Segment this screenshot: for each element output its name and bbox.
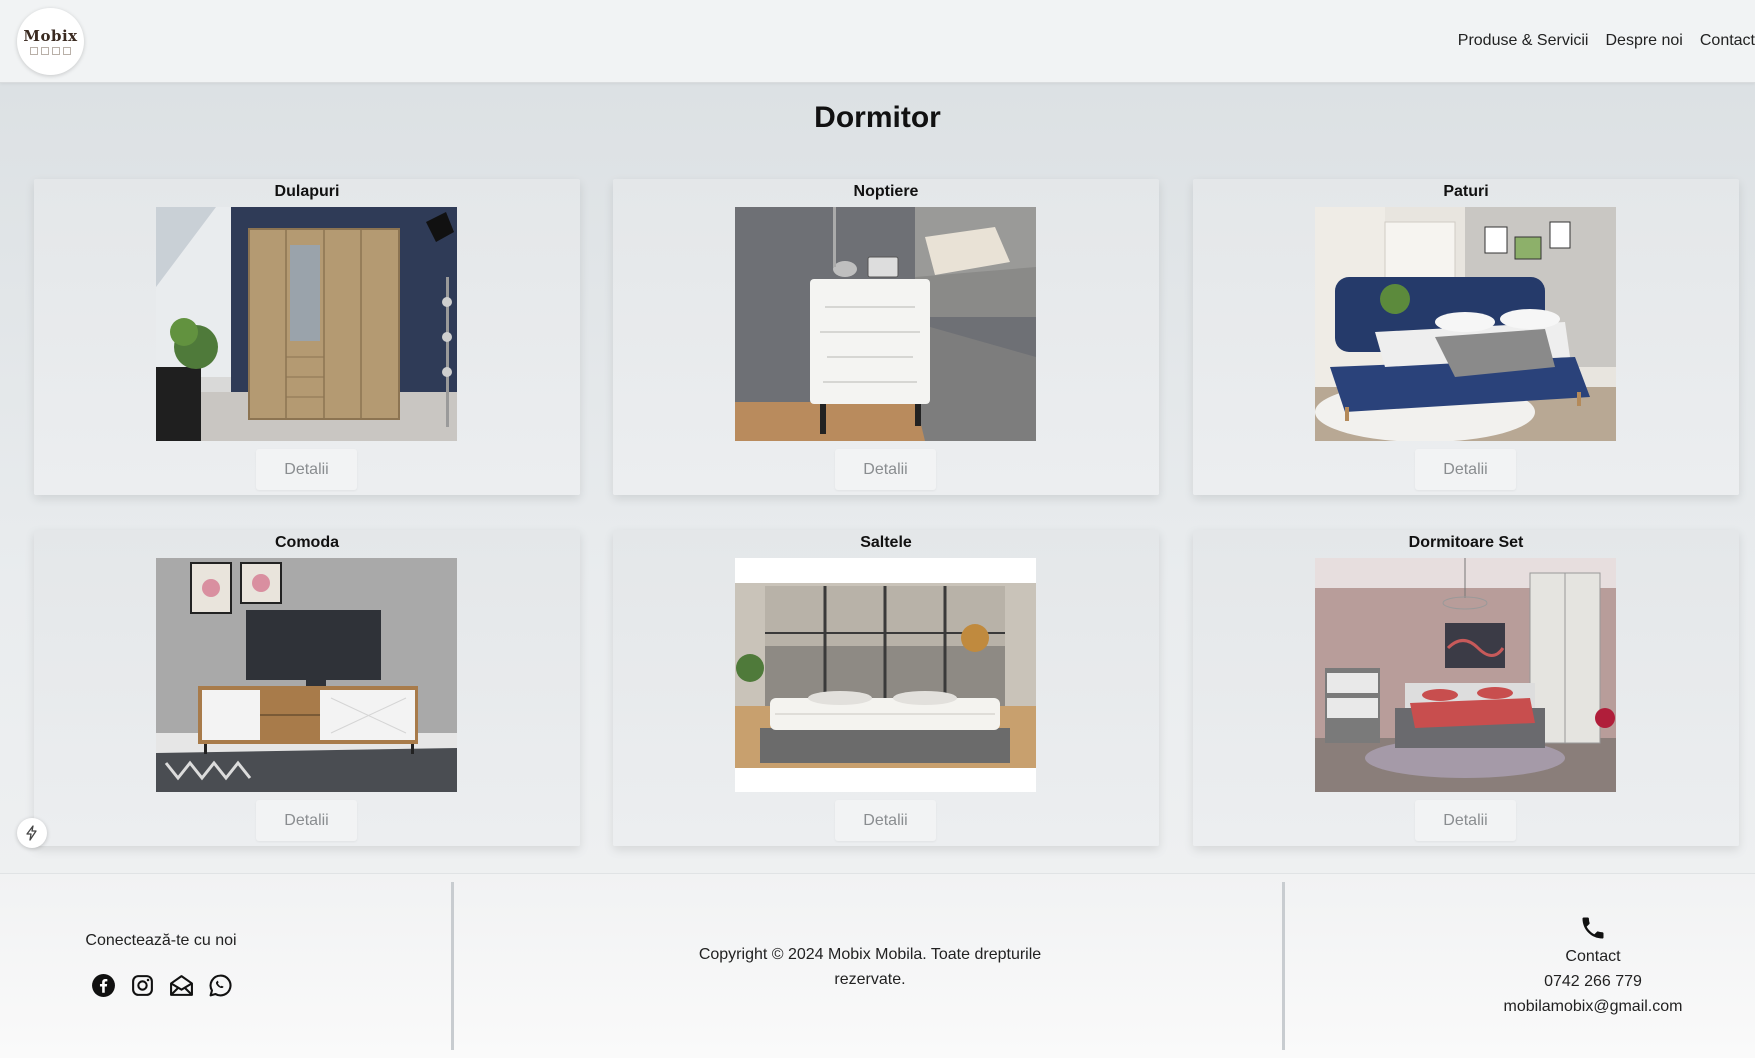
nav-contact[interactable]: Contact [1700, 31, 1755, 51]
lightning-icon[interactable] [17, 818, 47, 848]
nav-produse-servicii[interactable]: Produse & Servicii [1458, 31, 1589, 51]
email-icon[interactable] [169, 973, 194, 998]
category-card-dormitoare-set: Dormitoare Set Detalii [1193, 530, 1739, 846]
logo-furniture-marks [30, 46, 71, 55]
category-card-comoda: Comoda Detalii [34, 530, 580, 846]
details-button[interactable]: Detalii [1415, 449, 1516, 490]
facebook-icon[interactable] [91, 973, 116, 998]
details-button[interactable]: Detalii [256, 449, 357, 490]
contact-phone[interactable]: 0742 266 779 [1440, 969, 1746, 994]
main-nav: Produse & Servicii Despre noi Contact [1458, 31, 1755, 51]
copyright-text: Copyright © 2024 Mobix Mobila. Toate dre… [698, 946, 1042, 988]
nightstand-image [735, 207, 1036, 441]
contact-block: Contact 0742 266 779 mobilamobix@gmail.c… [1440, 914, 1746, 1019]
nav-despre-noi[interactable]: Despre noi [1605, 31, 1682, 51]
card-title: Noptiere [853, 183, 919, 200]
logo-text: Mobix [23, 26, 78, 45]
site-footer: Conectează-te cu noi Copyright © 2024 Mo… [0, 873, 1755, 1058]
site-header: Mobix Produse & Servicii Despre noi Cont… [0, 0, 1755, 83]
card-title: Paturi [1443, 183, 1489, 200]
card-title: Dormitoare Set [1408, 534, 1524, 551]
card-title: Saltele [860, 534, 912, 551]
tv-stand-image [156, 558, 457, 792]
category-card-dulapuri: Dulapuri Detalii [34, 179, 580, 495]
wardrobe-image [156, 207, 457, 441]
card-title: Comoda [275, 534, 339, 551]
whatsapp-icon[interactable] [208, 973, 233, 998]
details-button[interactable]: Detalii [1415, 800, 1516, 841]
details-button[interactable]: Detalii [835, 800, 936, 841]
bedroom-set-image [1315, 558, 1616, 792]
footer-divider [451, 882, 454, 1050]
card-title: Dulapuri [274, 183, 340, 200]
category-card-paturi: Paturi Detalii [1193, 179, 1739, 495]
footer-divider [1282, 882, 1285, 1050]
connect-label: Conectează-te cu noi [85, 932, 237, 949]
details-button[interactable]: Detalii [835, 449, 936, 490]
details-button[interactable]: Detalii [256, 800, 357, 841]
category-card-noptiere: Noptiere Detalii [613, 179, 1159, 495]
mattress-image [735, 558, 1036, 792]
instagram-icon[interactable] [130, 973, 155, 998]
social-links [91, 973, 233, 998]
mobix-logo[interactable]: Mobix [17, 8, 84, 75]
page-title: Dormitor [814, 101, 941, 134]
contact-email[interactable]: mobilamobix@gmail.com [1440, 994, 1746, 1019]
bed-image [1315, 207, 1616, 441]
category-card-saltele: Saltele Detalii [613, 530, 1159, 846]
phone-icon [1579, 914, 1607, 942]
contact-heading: Contact [1565, 948, 1621, 965]
